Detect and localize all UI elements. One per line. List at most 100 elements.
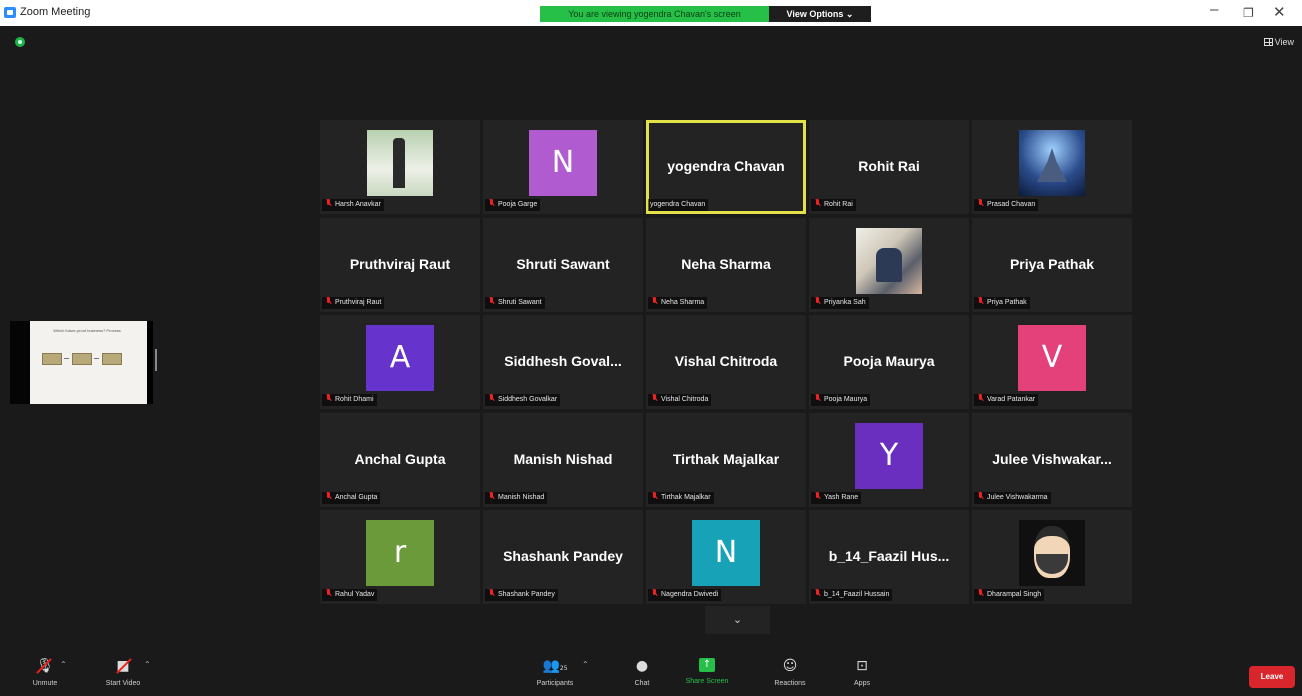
muted-mic-icon — [325, 491, 332, 500]
avatar: N — [692, 520, 760, 586]
avatar: Y — [855, 422, 923, 489]
muted-mic-icon — [325, 296, 332, 305]
apps-label: Apps — [854, 680, 870, 687]
participant-tile-nagendra-dwivedi[interactable]: N Nagendra Dwivedi — [646, 510, 806, 604]
chat-button[interactable]: ● Chat — [607, 658, 677, 687]
view-button[interactable]: View — [1263, 37, 1294, 47]
participant-tile-rohit-rai[interactable]: Rohit Rai Rohit Rai — [809, 120, 969, 214]
participant-photo — [856, 227, 922, 294]
participant-name-text: Shruti Sawant — [498, 298, 542, 306]
participant-name-text: Pruthviraj Raut — [335, 298, 382, 306]
participant-photo — [1019, 130, 1085, 196]
participant-tile-priyanka-sah[interactable]: Priyanka Sah — [809, 217, 969, 312]
participant-display-name: Pooja Maurya — [843, 353, 935, 369]
participant-name-label: Priya Pathak — [974, 296, 1030, 309]
participant-display-name: Anchal Gupta — [354, 450, 446, 467]
participant-name-text: b_14_Faazil Hussain — [824, 591, 890, 598]
participant-tile-pooja-maurya[interactable]: Pooja Maurya Pooja Maurya — [809, 315, 969, 409]
participant-tile-b-14-faazil-hussain[interactable]: b_14_Faazil Hus... b_14_Faazil Hussain — [809, 510, 969, 604]
thumbnail-resize-handle[interactable] — [155, 349, 157, 371]
participants-button[interactable]: 👥25 Participants ⌃ — [520, 658, 590, 687]
participant-name-text: Harsh Anavkar — [335, 201, 381, 208]
apps-button[interactable]: ⊡ Apps — [827, 658, 897, 687]
muted-mic-icon — [488, 394, 495, 402]
slide-arrow — [64, 358, 69, 359]
muted-mic-icon — [488, 199, 495, 207]
participants-caret-icon[interactable]: ⌃ — [582, 660, 589, 669]
muted-mic-icon — [814, 491, 821, 500]
participant-name-text: Vishal Chitroda — [661, 396, 709, 403]
muted-mic-icon — [977, 589, 984, 597]
participant-tile-rohit-dhami[interactable]: A Rohit Dhami — [320, 315, 480, 409]
participant-tile-siddhesh-govalkar[interactable]: Siddhesh Goval... Siddhesh Govalkar — [483, 315, 643, 409]
participant-name-text: yogendra Chavan — [650, 201, 706, 208]
participant-tile-tirthak-majalkar[interactable]: Tirthak Majalkar Tirthak Majalkar — [646, 412, 806, 507]
restore-button[interactable]: ❐ — [1243, 6, 1254, 20]
participant-display-name: Pruthviraj Raut — [349, 255, 451, 272]
shared-screen-thumbnail[interactable]: Which future-proof business? Process — [10, 321, 153, 404]
video-options-caret-icon[interactable]: ⌃ — [144, 660, 151, 669]
leave-button[interactable]: Leave — [1249, 666, 1295, 688]
share-screen-icon: ↑ — [699, 658, 715, 672]
participant-name-label: Nagendra Dwivedi — [648, 589, 722, 601]
participant-display-name: Manish Nishad — [513, 450, 613, 467]
participant-name-label: Shruti Sawant — [485, 296, 545, 309]
participant-name-text: Rohit Rai — [824, 201, 853, 208]
participant-name-label: Tirthak Majalkar — [648, 491, 714, 504]
participant-tile-shruti-sawant[interactable]: Shruti Sawant Shruti Sawant — [483, 217, 643, 312]
muted-mic-icon — [651, 589, 658, 597]
participant-tile-anchal-gupta[interactable]: Anchal Gupta Anchal Gupta — [320, 412, 480, 507]
participant-display-name: b_14_Faazil Hus... — [828, 548, 950, 564]
scroll-down-button[interactable]: ⌄ — [705, 606, 770, 634]
close-button[interactable]: ✕ — [1273, 3, 1286, 21]
participant-tile-varad-patankar[interactable]: V Varad Patankar — [972, 315, 1132, 409]
participant-name-label: b_14_Faazil Hussain — [811, 589, 893, 601]
participant-tile-harsh-anavkar[interactable]: Harsh Anavkar — [320, 120, 480, 214]
participant-tile-yash-rane[interactable]: Y Yash Rane — [809, 412, 969, 507]
participant-tile-shashank-pandey[interactable]: Shashank Pandey Shashank Pandey — [483, 510, 643, 604]
participant-name-label: Shashank Pandey — [485, 589, 558, 601]
muted-mic-icon: 🎙 — [36, 658, 54, 674]
participant-tile-dharampal-singh[interactable]: Dharampal Singh — [972, 510, 1132, 604]
security-shield-icon[interactable] — [15, 37, 25, 47]
participant-tile-rahul-yadav[interactable]: r Rahul Yadav — [320, 510, 480, 604]
minimize-button[interactable]: – — [1210, 1, 1218, 18]
participant-display-name: Shruti Sawant — [516, 255, 610, 272]
participant-tile-neha-sharma[interactable]: Neha Sharma Neha Sharma — [646, 217, 806, 312]
muted-mic-icon — [814, 296, 821, 305]
participant-name-text: Rohit Dhami — [335, 396, 374, 403]
participant-tile-vishal-chitroda[interactable]: Vishal Chitroda Vishal Chitroda — [646, 315, 806, 409]
participant-display-name: Tirthak Majalkar — [672, 450, 780, 467]
participant-name-text: Siddhesh Govalkar — [498, 396, 558, 403]
muted-mic-icon — [651, 394, 658, 402]
zoom-meeting-window: Zoom Meeting You are viewing yogendra Ch… — [0, 0, 1302, 696]
unmute-button[interactable]: 🎙 Unmute ⌃ — [10, 658, 80, 687]
shared-screen-left-bar — [10, 321, 30, 404]
participant-tile-priya-pathak[interactable]: Priya Pathak Priya Pathak — [972, 217, 1132, 312]
participant-tile-pooja-garge[interactable]: N Pooja Garge — [483, 120, 643, 214]
participant-tile-julee-vishwakarma[interactable]: Julee Vishwakar... Julee Vishwakarma — [972, 412, 1132, 507]
participant-tile-pruthviraj-raut[interactable]: Pruthviraj Raut Pruthviraj Raut — [320, 217, 480, 312]
reactions-button[interactable]: ☺ Reactions — [755, 658, 825, 687]
window-title: Zoom Meeting — [20, 6, 91, 18]
participant-name-text: Pooja Maurya — [824, 396, 868, 403]
participant-name-label: Rahul Yadav — [322, 589, 378, 601]
muted-mic-icon — [651, 491, 658, 500]
audio-options-caret-icon[interactable]: ⌃ — [60, 660, 67, 669]
participant-tile-prasad-chavan[interactable]: Prasad Chavan — [972, 120, 1132, 214]
start-video-button[interactable]: ■ Start Video ⌃ — [88, 658, 158, 687]
participant-name-label: Anchal Gupta — [322, 491, 381, 504]
share-screen-button[interactable]: ↑ Share Screen — [672, 658, 742, 685]
participant-tile-manish-nishad[interactable]: Manish Nishad Manish Nishad — [483, 412, 643, 507]
participant-name-label: Pooja Garge — [485, 199, 541, 211]
avatar: V — [1018, 325, 1086, 391]
muted-mic-icon — [977, 296, 984, 305]
participant-tile-yogendra-chavan[interactable]: yogendra Chavan yogendra Chavan — [646, 120, 806, 214]
participant-name-label: Siddhesh Govalkar — [485, 394, 561, 406]
participant-photo — [367, 130, 433, 196]
participant-photo — [1019, 520, 1085, 586]
view-options-button[interactable]: View Options ⌄ — [769, 6, 871, 22]
participant-display-name: Vishal Chitroda — [674, 353, 778, 369]
slide-box — [42, 353, 62, 365]
participant-name-text: Tirthak Majalkar — [661, 493, 711, 501]
